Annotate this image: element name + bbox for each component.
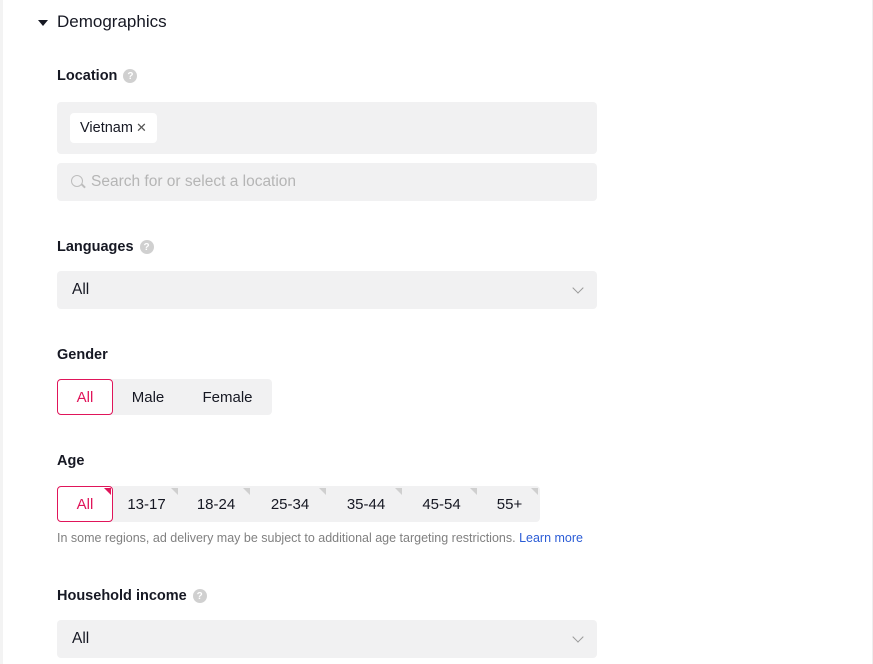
age-option-35-44[interactable]: 35-44 — [328, 486, 404, 522]
corner-marker-icon — [243, 488, 250, 495]
corner-marker-icon — [319, 488, 326, 495]
learn-more-link[interactable]: Learn more — [519, 531, 583, 545]
section-title: Demographics — [57, 12, 167, 31]
search-icon — [71, 175, 86, 189]
age-option-55-plus[interactable]: 55+ — [479, 486, 540, 522]
languages-select[interactable]: All — [57, 271, 597, 309]
age-option-45-54[interactable]: 45-54 — [404, 486, 479, 522]
household-income-label-text: Household income — [57, 588, 187, 604]
age-label: Age — [57, 453, 84, 469]
gender-segmented-control: All Male Female — [57, 379, 272, 415]
age-label-text: Age — [57, 453, 85, 469]
location-tag: Vietnam ✕ — [70, 113, 157, 143]
languages-label-text: Languages — [57, 239, 134, 255]
corner-marker-icon — [171, 488, 178, 495]
chevron-down-icon — [572, 630, 584, 643]
location-label-text: Location — [57, 68, 118, 84]
location-tag-label: Vietnam — [80, 120, 133, 136]
corner-marker-icon — [104, 488, 111, 495]
left-border — [0, 0, 3, 664]
age-option-25-34[interactable]: 25-34 — [252, 486, 328, 522]
household-income-selected-value: All — [72, 630, 90, 647]
age-option-13-17[interactable]: 13-17 — [113, 486, 180, 522]
household-income-select[interactable]: All — [57, 620, 597, 658]
caret-down-icon — [38, 20, 48, 26]
location-label: Location ? — [57, 68, 138, 84]
location-selected-box: Vietnam ✕ — [57, 102, 597, 154]
gender-label-text: Gender — [57, 347, 108, 363]
question-circle-icon[interactable]: ? — [139, 240, 154, 254]
age-segmented-control: All 13-17 18-24 25-34 35-44 45-54 55+ — [57, 486, 540, 522]
demographics-section-toggle[interactable]: Demographics — [38, 12, 167, 32]
question-circle-icon[interactable]: ? — [192, 589, 207, 603]
location-search-field[interactable] — [57, 163, 597, 201]
location-search-input[interactable] — [91, 173, 571, 191]
close-icon[interactable]: ✕ — [136, 120, 147, 136]
gender-option-all[interactable]: All — [57, 379, 113, 415]
corner-marker-icon — [531, 488, 538, 495]
age-note-text: In some regions, ad delivery may be subj… — [57, 531, 516, 545]
chevron-down-icon — [572, 281, 584, 294]
gender-option-male[interactable]: Male — [113, 379, 183, 415]
corner-marker-icon — [470, 488, 477, 495]
languages-label: Languages ? — [57, 239, 154, 255]
corner-marker-icon — [395, 488, 402, 495]
gender-option-female[interactable]: Female — [183, 379, 272, 415]
question-circle-icon[interactable]: ? — [123, 69, 138, 83]
age-restriction-note: In some regions, ad delivery may be subj… — [57, 531, 583, 545]
languages-selected-value: All — [72, 281, 90, 298]
age-option-all[interactable]: All — [57, 486, 113, 522]
gender-label: Gender — [57, 347, 108, 363]
household-income-label: Household income ? — [57, 588, 207, 604]
age-option-18-24[interactable]: 18-24 — [180, 486, 252, 522]
